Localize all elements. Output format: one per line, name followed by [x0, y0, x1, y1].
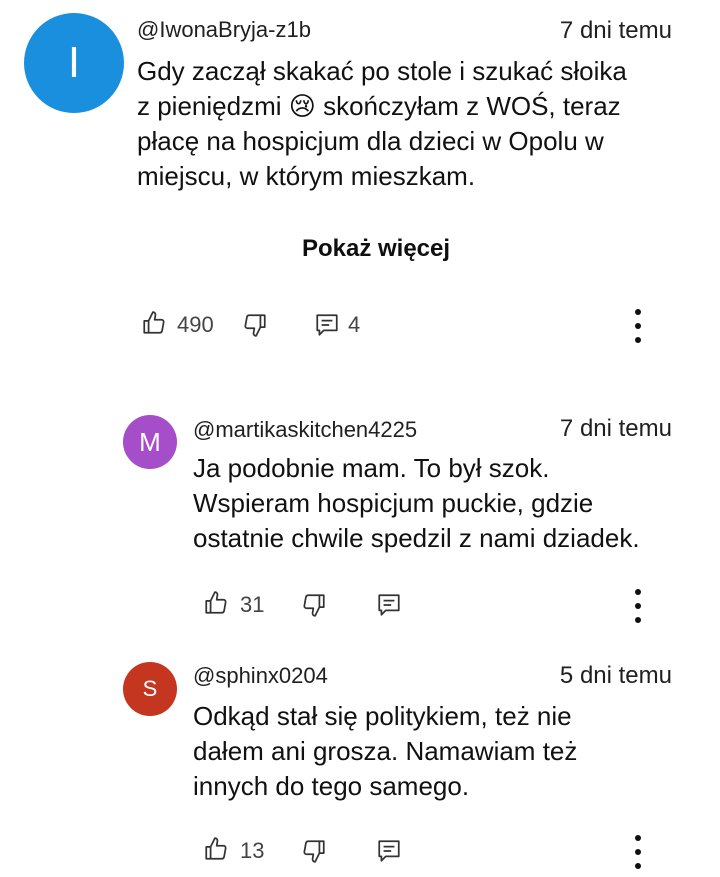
like-count: 490 [177, 312, 214, 337]
thumbs-down-icon[interactable] [300, 838, 328, 864]
avatar[interactable]: S [123, 662, 177, 716]
comment-text-line: płacę na hospicjum dla dzieci w Opolu w [137, 126, 604, 156]
comment-text-line: miejscu, w którym mieszkam. [137, 161, 476, 191]
comment-text-line: z pieniędzmi 😢 skończyłam z WOŚ, teraz [137, 91, 621, 121]
avatar-letter: S [142, 676, 158, 701]
reply-count: 4 [348, 312, 361, 337]
comment-author[interactable]: @IwonaBryja-z1b [137, 17, 311, 43]
comment-author[interactable]: @martikaskitchen4225 [193, 417, 417, 443]
comment-actions: 13 [0, 830, 720, 870]
comment-actions: 31 [0, 584, 720, 624]
more-vert-icon[interactable] [628, 306, 648, 346]
comment-timestamp: 7 dni temu [559, 17, 672, 44]
more-vert-icon[interactable] [628, 586, 648, 626]
comment-timestamp: 7 dni temu [559, 415, 672, 442]
thumbs-down-icon[interactable] [241, 312, 269, 338]
comment-text: Gdy zaczął skakać po stole i szukać słoi… [137, 54, 627, 194]
comment-text-line: dałem ani grosza. Namawiam też [193, 736, 578, 766]
comment-text: Odkąd stał się politykiem, też nie dałem… [193, 699, 577, 804]
thumbs-up-icon[interactable] [203, 590, 229, 616]
comment-text-line: ostatnie chwile spedzil z nami dziadek. [193, 523, 640, 553]
thumbs-down-icon[interactable] [300, 592, 328, 618]
comment-text-line: Gdy zaczął skakać po stole i szukać słoi… [137, 56, 627, 86]
avatar[interactable]: M [123, 415, 177, 469]
show-more-button[interactable]: Pokaż więcej [0, 235, 720, 263]
thumbs-up-icon[interactable] [141, 310, 167, 336]
avatar-letter: M [139, 426, 161, 457]
avatar-letter: I [67, 38, 81, 87]
comment-text-line: Odkąd stał się politykiem, też nie [193, 701, 572, 731]
comment-text-line: Ja podobnie mam. To był szok. [193, 453, 550, 483]
thumbs-up-icon[interactable] [203, 836, 229, 862]
comment-icon[interactable] [376, 592, 402, 618]
comment-text-line: Wspieram hospicjum puckie, gdzie [193, 488, 594, 518]
more-vert-icon[interactable] [628, 832, 648, 872]
comment-icon[interactable] [376, 838, 402, 864]
comment-actions: 490 4 [0, 304, 720, 344]
comment-text-line: innych do tego samego. [193, 771, 470, 801]
comment-icon[interactable] [314, 312, 340, 338]
comment-author[interactable]: @sphinx0204 [193, 663, 328, 689]
like-count: 31 [240, 592, 265, 617]
comment-text: Ja podobnie mam. To był szok. Wspieram h… [193, 451, 640, 556]
like-count: 13 [240, 838, 265, 863]
avatar[interactable]: I [24, 13, 124, 113]
comment-timestamp: 5 dni temu [559, 662, 672, 689]
